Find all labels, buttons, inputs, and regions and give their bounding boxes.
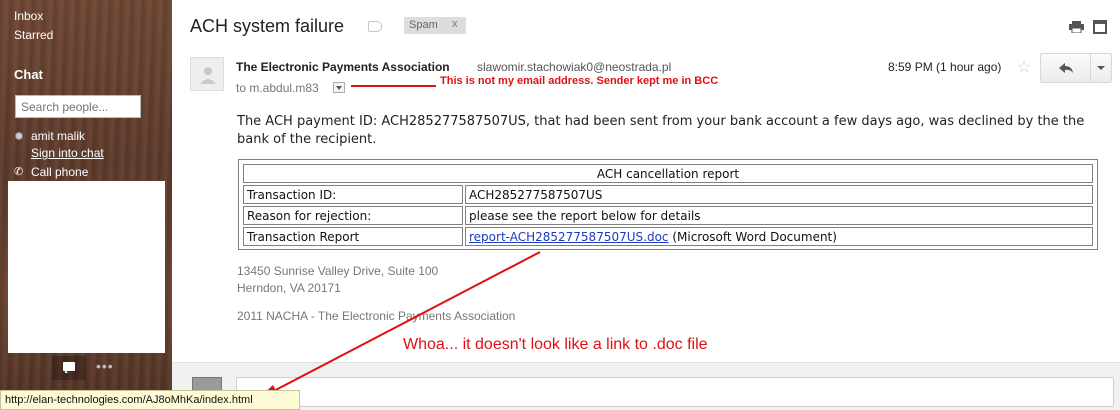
presence-dot-icon xyxy=(15,132,23,140)
quick-reply-input[interactable] xyxy=(236,377,1114,407)
link-suffix: (Microsoft Word Document) xyxy=(668,229,837,244)
table-cell-label: Reason for rejection: xyxy=(243,206,463,225)
table-row: Transaction ID: ACH285277587507US xyxy=(243,185,1093,204)
spam-label-chip: Spam x xyxy=(404,17,466,34)
sign-into-chat-link[interactable]: Sign into chat xyxy=(31,146,104,160)
show-details-dropdown[interactable] xyxy=(333,82,345,93)
report-title: ACH cancellation report xyxy=(243,164,1093,183)
table-cell-label: Transaction ID: xyxy=(243,185,463,204)
quick-reply-area xyxy=(172,362,1120,410)
chat-heading: Chat xyxy=(14,67,43,82)
star-icon[interactable]: ☆ xyxy=(1017,57,1031,77)
email-timestamp: 8:59 PM (1 hour ago) xyxy=(888,60,1002,74)
search-people-input[interactable] xyxy=(15,95,141,118)
reply-arrow-icon xyxy=(1059,63,1073,73)
more-actions-dropdown[interactable] xyxy=(1091,54,1111,82)
phone-icon: ✆ xyxy=(14,166,24,178)
table-cell-value: please see the report below for details xyxy=(465,206,1093,225)
email-subject: ACH system failure xyxy=(190,16,345,36)
sender-email: slawomir.stachowiak0@neostrada.pl xyxy=(477,60,672,74)
chat-panel xyxy=(8,181,165,353)
new-window-icon[interactable] xyxy=(1093,20,1107,34)
link-annotation: Whoa... it doesn't look like a link to .… xyxy=(403,336,708,353)
more-dots-icon[interactable]: ••• xyxy=(96,358,114,374)
recipient-line: to m.abdul.m83 xyxy=(236,81,319,95)
sidebar-item-starred[interactable]: Starred xyxy=(14,28,53,42)
table-cell-label: Transaction Report xyxy=(243,227,463,246)
table-cell-value: report-ACH285277587507US.doc (Microsoft … xyxy=(465,227,1093,246)
footer-copyright: 2011 NACHA - The Electronic Payments Ass… xyxy=(237,309,516,323)
reply-button-group xyxy=(1040,53,1112,83)
sidebar-item-inbox[interactable]: Inbox xyxy=(14,9,43,23)
remove-label-button[interactable]: x xyxy=(452,18,458,30)
footer-address: 13450 Sunrise Valley Drive, Suite 100 He… xyxy=(237,263,438,297)
address-line-1: 13450 Sunrise Valley Drive, Suite 100 xyxy=(237,264,439,278)
reply-button[interactable] xyxy=(1041,54,1091,82)
call-phone-link[interactable]: Call phone xyxy=(31,165,88,179)
sender-avatar xyxy=(190,57,224,91)
spam-label-text: Spam xyxy=(409,19,438,31)
print-icon[interactable] xyxy=(1069,21,1084,33)
status-bar-url: http://elan-technologies.com/AJ8oMhKa/in… xyxy=(0,390,300,410)
sender-name[interactable]: The Electronic Payments Association xyxy=(236,60,450,74)
bcc-annotation: This is not my email address. Sender kep… xyxy=(440,75,719,87)
table-row: Transaction Report report-ACH28527758750… xyxy=(243,227,1093,246)
sidebar: Inbox Starred Chat amit malik Sign into … xyxy=(0,0,172,410)
chat-bubble-icon[interactable] xyxy=(52,356,86,380)
report-table: ACH cancellation report Transaction ID: … xyxy=(238,159,1098,250)
address-line-2: Herndon, VA 20171 xyxy=(237,281,341,295)
email-body-text: The ACH payment ID: ACH285277587507US, t… xyxy=(237,114,1085,147)
report-doc-link[interactable]: report-ACH285277587507US.doc xyxy=(469,230,669,244)
table-row: ACH cancellation report xyxy=(243,164,1093,183)
table-cell-value: ACH285277587507US xyxy=(465,185,1093,204)
label-tag-icon[interactable] xyxy=(368,21,382,32)
table-row: Reason for rejection: please see the rep… xyxy=(243,206,1093,225)
chat-user-name: amit malik xyxy=(31,129,86,143)
person-silhouette-icon xyxy=(200,67,216,84)
